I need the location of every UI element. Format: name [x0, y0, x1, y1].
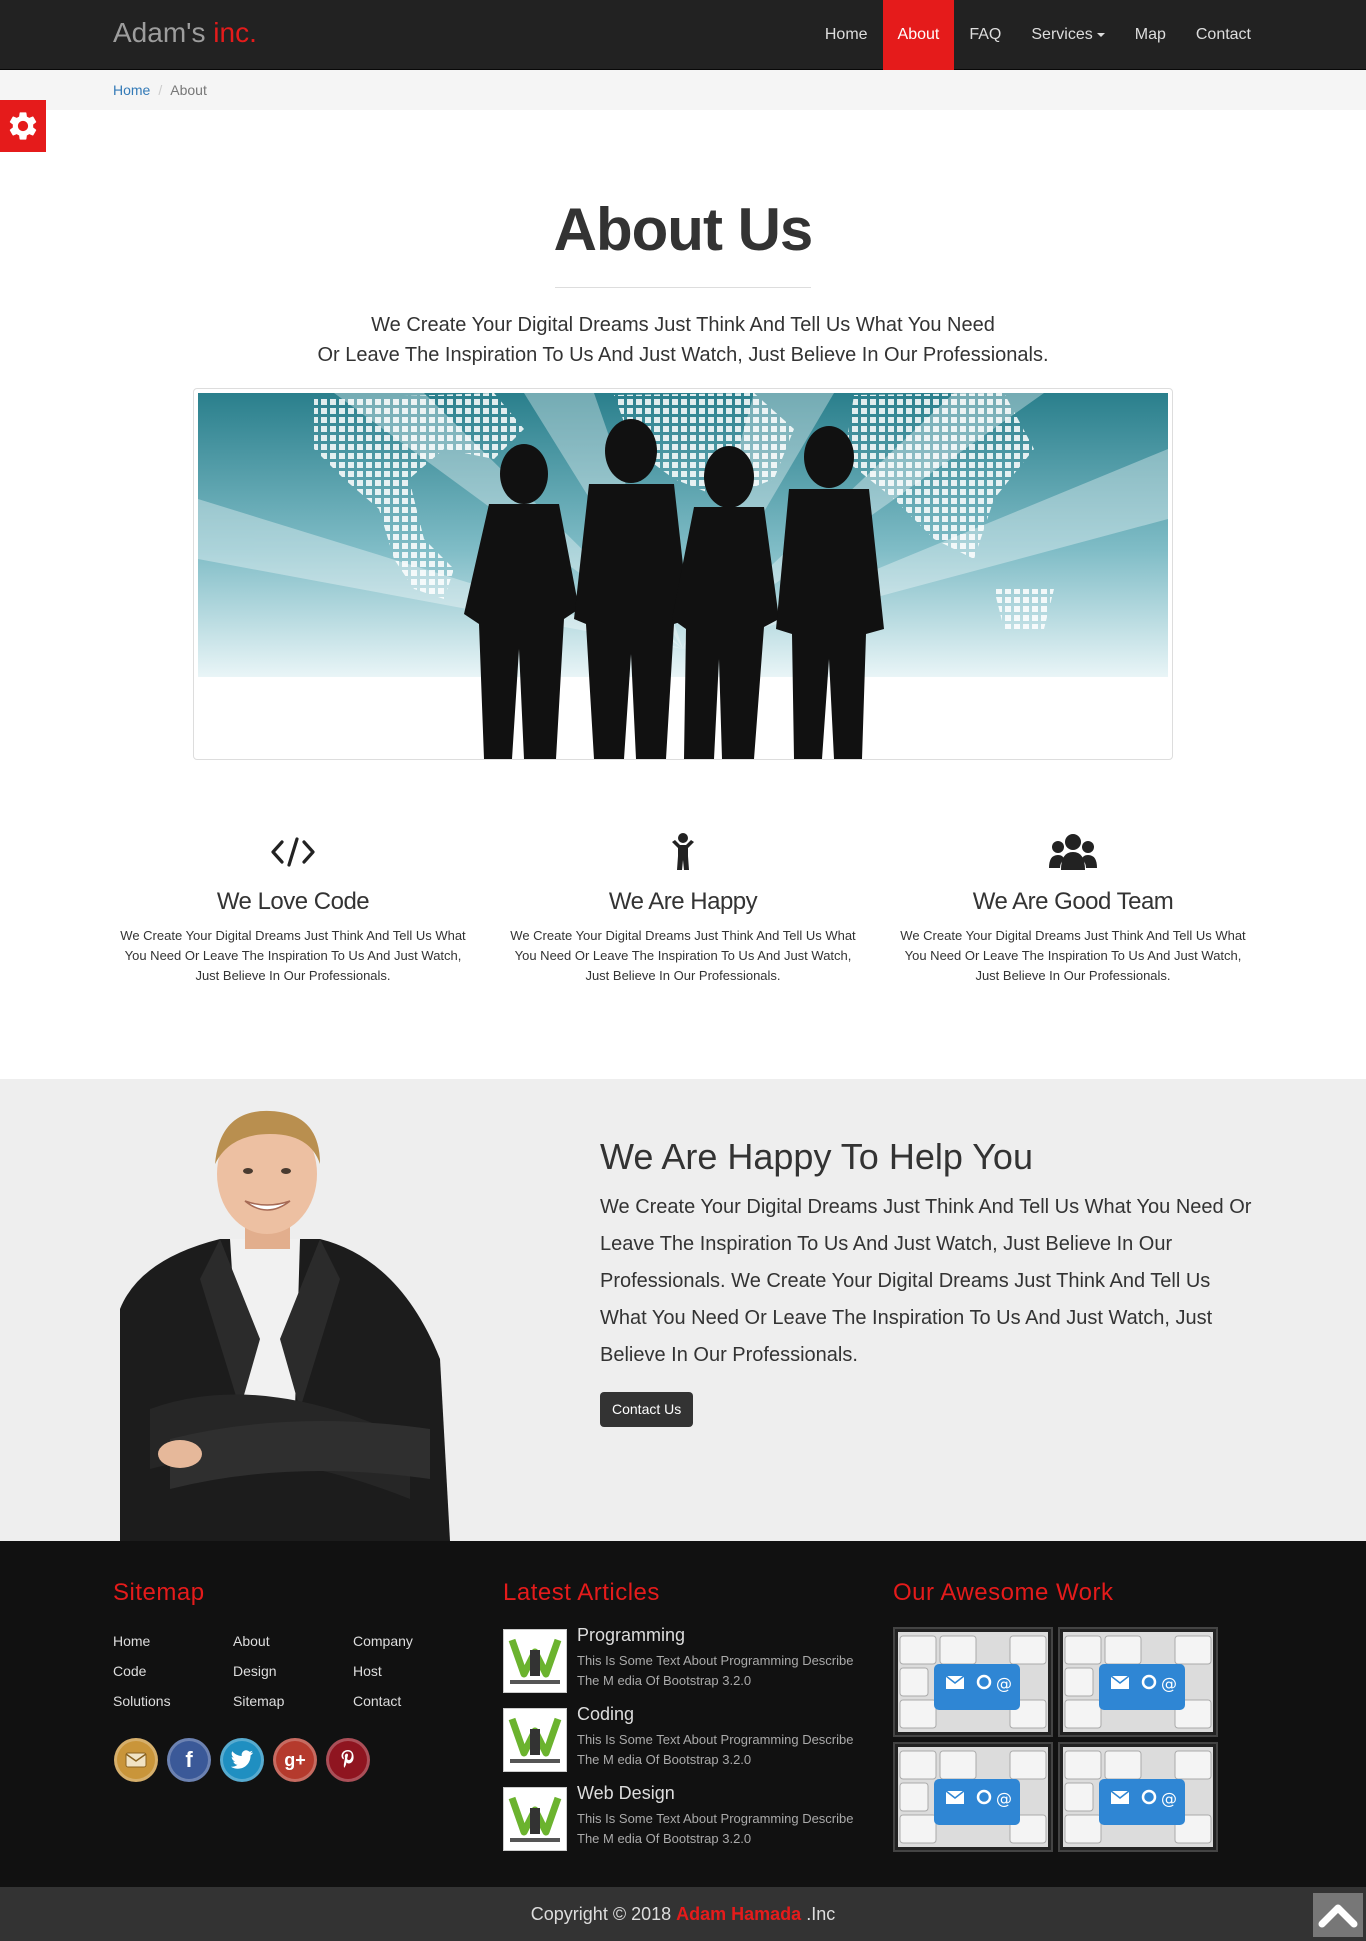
- svg-text:@: @: [996, 1789, 1012, 1808]
- articles-title: Latest Articles: [503, 1579, 660, 1606]
- title-divider: [555, 287, 811, 288]
- scroll-to-top-button[interactable]: [1313, 1893, 1363, 1937]
- help-section: We Are Happy To Help You We Create Your …: [0, 1079, 1366, 1541]
- brand-logo[interactable]: Adam's inc.: [113, 17, 257, 49]
- code-icon: [113, 828, 473, 876]
- sitemap-link-design[interactable]: Design: [233, 1663, 277, 1679]
- page-title: About Us: [553, 196, 814, 263]
- feature-code: We Love Code We Create Your Digital Drea…: [113, 828, 473, 986]
- article-item: Programming This Is Some Text About Prog…: [503, 1625, 863, 1695]
- work-thumbnail[interactable]: @: [1058, 1627, 1218, 1737]
- copyright-prefix: Copyright © 2018: [530, 1904, 672, 1924]
- main-nav: Home About FAQ Services Map Contact: [810, 0, 1266, 70]
- footer: Sitemap Home About Company Code Design H…: [0, 1541, 1366, 1887]
- feature-text: We Create Your Digital Dreams Just Think…: [510, 928, 856, 983]
- breadcrumb-home[interactable]: Home: [113, 82, 150, 98]
- nav-home[interactable]: Home: [810, 0, 883, 70]
- about-subtitle: We Create Your Digital Dreams Just Think…: [0, 310, 1366, 370]
- nav-contact[interactable]: Contact: [1181, 0, 1266, 70]
- article-thumbnail[interactable]: [503, 1708, 567, 1772]
- nav-about[interactable]: About: [882, 0, 955, 70]
- breadcrumb-current: About: [170, 82, 207, 98]
- brand-name: Adam's: [113, 17, 206, 48]
- work-thumbnail[interactable]: @: [893, 1742, 1053, 1852]
- work-thumbnail[interactable]: @: [1058, 1742, 1218, 1852]
- settings-toggle-button[interactable]: [0, 100, 46, 152]
- feature-happy: We Are Happy We Create Your Digital Drea…: [503, 828, 863, 986]
- brand-accent: inc.: [213, 17, 257, 48]
- sitemap-link-home[interactable]: Home: [113, 1633, 150, 1649]
- article-title[interactable]: Coding: [577, 1704, 634, 1725]
- sitemap-link-company[interactable]: Company: [353, 1633, 413, 1649]
- sitemap-link-contact[interactable]: Contact: [353, 1693, 401, 1709]
- breadcrumb: Home / About: [0, 70, 1366, 110]
- svg-text:@: @: [996, 1674, 1012, 1693]
- copyright-author[interactable]: Adam Hamada: [676, 1904, 801, 1924]
- sitemap-link-sitemap[interactable]: Sitemap: [233, 1693, 284, 1709]
- team-hero-image: [193, 388, 1173, 760]
- pinterest-icon[interactable]: [326, 1738, 370, 1782]
- nav-services-label: Services: [1031, 26, 1093, 43]
- article-title[interactable]: Web Design: [577, 1783, 675, 1804]
- copyright-suffix: .Inc: [806, 1904, 836, 1924]
- work-title: Our Awesome Work: [893, 1579, 1114, 1606]
- article-text: This Is Some Text About Programming Desc…: [577, 1732, 854, 1767]
- nav-services[interactable]: Services: [1016, 0, 1119, 70]
- article-title[interactable]: Programming: [577, 1625, 685, 1646]
- feature-text: We Create Your Digital Dreams Just Think…: [900, 928, 1246, 983]
- copyright-bar: Copyright © 2018 Adam Hamada .Inc: [0, 1887, 1366, 1941]
- twitter-icon[interactable]: [220, 1738, 264, 1782]
- child-icon: [503, 828, 863, 876]
- contact-us-button[interactable]: Contact Us: [600, 1392, 694, 1427]
- email-icon[interactable]: [114, 1738, 158, 1782]
- feature-team: We Are Good Team We Create Your Digital …: [893, 828, 1253, 986]
- sitemap-link-solutions[interactable]: Solutions: [113, 1693, 171, 1709]
- facebook-icon[interactable]: f: [167, 1738, 211, 1782]
- feature-text: We Create Your Digital Dreams Just Think…: [120, 928, 466, 983]
- google-plus-icon[interactable]: g+: [273, 1738, 317, 1782]
- work-thumbnail[interactable]: @: [893, 1627, 1053, 1737]
- article-item: Coding This Is Some Text About Programmi…: [503, 1704, 863, 1774]
- gear-icon: [9, 112, 37, 140]
- sitemap-link-host[interactable]: Host: [353, 1663, 382, 1679]
- article-text: This Is Some Text About Programming Desc…: [577, 1811, 854, 1846]
- users-icon: [893, 828, 1253, 876]
- chevron-up-icon: [1318, 1904, 1358, 1928]
- about-subtitle-line-2: Or Leave The Inspiration To Us And Just …: [317, 344, 1049, 366]
- feature-title: We Are Good Team: [972, 888, 1174, 915]
- sitemap-link-about[interactable]: About: [233, 1633, 270, 1649]
- svg-text:@: @: [1161, 1674, 1177, 1693]
- sitemap-link-code[interactable]: Code: [113, 1663, 146, 1679]
- breadcrumb-separator: /: [158, 82, 163, 98]
- about-subtitle-line-1: We Create Your Digital Dreams Just Think…: [371, 314, 995, 336]
- caret-down-icon: [1096, 32, 1105, 37]
- navbar: Adam's inc. Home About FAQ Services Map …: [0, 0, 1366, 70]
- help-title: We Are Happy To Help You: [600, 1136, 1033, 1177]
- article-item: Web Design This Is Some Text About Progr…: [503, 1783, 863, 1853]
- businessman-photo: [120, 1110, 450, 1541]
- svg-text:@: @: [1161, 1789, 1177, 1808]
- nav-map[interactable]: Map: [1120, 0, 1181, 70]
- article-thumbnail[interactable]: [503, 1629, 567, 1693]
- article-thumbnail[interactable]: [503, 1787, 567, 1851]
- nav-faq[interactable]: FAQ: [954, 0, 1016, 70]
- help-text: We Create Your Digital Dreams Just Think…: [600, 1196, 1252, 1366]
- sitemap-title: Sitemap: [113, 1579, 205, 1606]
- feature-title: We Are Happy: [608, 888, 758, 915]
- feature-title: We Love Code: [216, 888, 370, 915]
- article-text: This Is Some Text About Programming Desc…: [577, 1653, 854, 1688]
